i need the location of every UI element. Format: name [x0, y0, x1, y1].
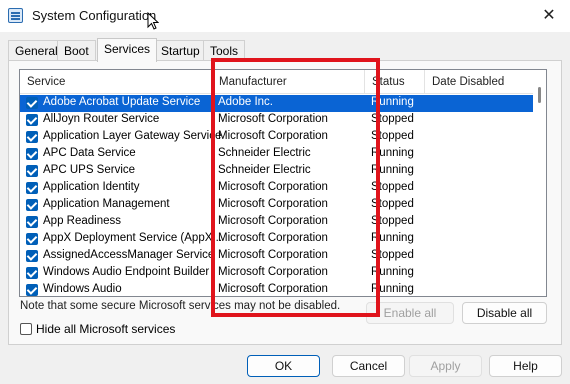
table-row[interactable]: AssignedAccessManager Service Microsoft … [20, 248, 535, 265]
service-manufacturer: Adobe Inc. [218, 96, 273, 108]
ok-button[interactable]: OK [247, 355, 320, 377]
service-status: Stopped [371, 181, 414, 193]
service-name: APC UPS Service [43, 164, 136, 176]
service-status: Running [371, 147, 414, 159]
service-checkbox[interactable] [26, 148, 38, 160]
service-checkbox[interactable] [26, 97, 38, 109]
table-row[interactable]: Application Management Microsoft Corpora… [20, 197, 535, 214]
service-name: APC Data Service [43, 147, 136, 159]
service-name: Application Identity [43, 181, 140, 193]
service-manufacturer: Microsoft Corporation [218, 198, 328, 210]
service-checkbox[interactable] [26, 131, 38, 143]
close-button[interactable]: ✕ [538, 5, 560, 27]
service-status: Running [371, 283, 414, 295]
service-name: Application Layer Gateway Service [43, 130, 222, 142]
table-row[interactable]: App Readiness Microsoft Corporation Stop… [20, 214, 535, 231]
service-status: Running [371, 96, 414, 108]
service-name: Adobe Acrobat Update Service [43, 96, 201, 108]
service-status: Stopped [371, 249, 414, 261]
service-status: Stopped [371, 215, 414, 227]
service-status: Stopped [371, 130, 414, 142]
column-manufacturer[interactable]: Manufacturer [212, 70, 365, 94]
service-checkbox[interactable] [26, 165, 38, 177]
table-row[interactable]: Windows Audio Endpoint Builder Microsoft… [20, 265, 535, 282]
service-name: AssignedAccessManager Service [43, 249, 215, 261]
table-row[interactable]: Application Identity Microsoft Corporati… [20, 180, 535, 197]
mouse-cursor-icon [147, 12, 159, 30]
checkbox-box[interactable] [20, 323, 32, 335]
enable-all-button[interactable]: Enable all [366, 302, 454, 324]
table-row[interactable]: Application Layer Gateway Service Micros… [20, 129, 535, 146]
tab-tools[interactable]: Tools [203, 40, 246, 60]
cancel-button[interactable]: Cancel [332, 355, 405, 377]
service-status: Running [371, 164, 414, 176]
service-manufacturer: Microsoft Corporation [218, 215, 328, 227]
column-status[interactable]: Status [365, 70, 425, 94]
service-status: Stopped [371, 198, 414, 210]
service-manufacturer: Microsoft Corporation [218, 130, 328, 142]
service-status: Stopped [371, 113, 414, 125]
help-button[interactable]: Help [489, 355, 562, 377]
service-checkbox[interactable] [26, 250, 38, 262]
column-date-disabled[interactable]: Date Disabled [425, 70, 535, 94]
service-checkbox[interactable] [26, 284, 38, 296]
title-bar: System Configuration ✕ [0, 0, 570, 32]
service-manufacturer: Microsoft Corporation [218, 283, 328, 295]
vertical-scrollbar[interactable] [533, 70, 546, 296]
apply-button[interactable]: Apply [409, 355, 482, 377]
hide-ms-services-label: Hide all Microsoft services [36, 322, 176, 336]
service-checkbox[interactable] [26, 114, 38, 126]
service-manufacturer: Microsoft Corporation [218, 181, 328, 193]
service-name: Windows Audio Endpoint Builder [43, 266, 210, 278]
service-manufacturer: Microsoft Corporation [218, 266, 328, 278]
system-config-icon [8, 8, 23, 23]
tab-boot[interactable]: Boot [57, 40, 96, 60]
tab-startup[interactable]: Startup [154, 40, 207, 60]
service-name: AllJoyn Router Service [43, 113, 160, 125]
service-name: AppX Deployment Service (AppX... [43, 232, 222, 244]
disable-all-button[interactable]: Disable all [462, 302, 547, 324]
service-status: Running [371, 266, 414, 278]
service-manufacturer: Schneider Electric [218, 147, 311, 159]
service-name: Windows Audio [43, 283, 122, 295]
table-row[interactable]: Windows Audio Microsoft Corporation Runn… [20, 282, 535, 296]
service-name: App Readiness [43, 215, 121, 227]
service-manufacturer: Microsoft Corporation [218, 113, 328, 125]
service-checkbox[interactable] [26, 216, 38, 228]
service-checkbox[interactable] [26, 182, 38, 194]
table-row[interactable]: APC UPS Service Schneider Electric Runni… [20, 163, 535, 180]
table-row[interactable]: AppX Deployment Service (AppX... Microso… [20, 231, 535, 248]
hide-ms-services-checkbox[interactable]: Hide all Microsoft services [20, 322, 175, 336]
service-name: Application Management [43, 198, 170, 210]
scrollbar-thumb[interactable] [538, 87, 541, 103]
service-status: Running [371, 232, 414, 244]
service-checkbox[interactable] [26, 199, 38, 211]
service-manufacturer: Schneider Electric [218, 164, 311, 176]
secure-services-note: Note that some secure Microsoft services… [20, 300, 341, 312]
window-title: System Configuration [32, 8, 157, 23]
table-row[interactable]: APC Data Service Schneider Electric Runn… [20, 146, 535, 163]
service-manufacturer: Microsoft Corporation [218, 232, 328, 244]
service-checkbox[interactable] [26, 233, 38, 245]
list-header: Service Manufacturer Status Date Disable… [20, 70, 535, 94]
service-manufacturer: Microsoft Corporation [218, 249, 328, 261]
table-row[interactable]: Adobe Acrobat Update Service Adobe Inc. … [20, 95, 535, 112]
column-service[interactable]: Service [20, 70, 212, 94]
service-checkbox[interactable] [26, 267, 38, 279]
services-list[interactable]: Service Manufacturer Status Date Disable… [19, 69, 547, 297]
table-row[interactable]: AllJoyn Router Service Microsoft Corpora… [20, 112, 535, 129]
tab-services[interactable]: Services [97, 38, 158, 62]
